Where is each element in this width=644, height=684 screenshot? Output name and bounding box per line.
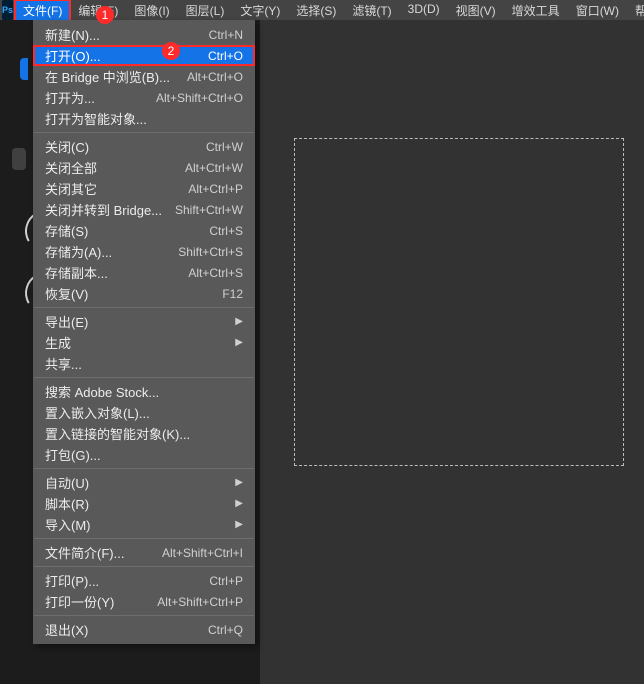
- menu-item[interactable]: 打开为智能对象...: [33, 108, 255, 129]
- chevron-right-icon: ▶: [235, 477, 243, 488]
- menu-item[interactable]: 打包(G)...: [33, 444, 255, 465]
- menu-item-label: 打开为...: [45, 88, 148, 107]
- file-menu-dropdown: 新建(N)... Ctrl+N 打开(O)...Ctrl+O在 Bridge 中浏览…: [33, 20, 255, 644]
- menu-separator: [34, 615, 254, 616]
- menubar-item[interactable]: 帮助(H): [627, 0, 644, 21]
- menu-item[interactable]: 生成 ▶: [33, 332, 255, 353]
- menu-item[interactable]: 共享...: [33, 353, 255, 374]
- menu-item-shortcut: Alt+Ctrl+W: [185, 161, 243, 175]
- menu-item[interactable]: 退出(X) Ctrl+Q: [33, 619, 255, 640]
- menu-item-label: 文件简介(F)...: [45, 543, 154, 562]
- menu-item-label: 导出(E): [45, 312, 229, 331]
- menubar-item[interactable]: 文件(F): [15, 0, 70, 21]
- menu-item[interactable]: 自动(U) ▶: [33, 472, 255, 493]
- menubar-item[interactable]: 图层(L): [178, 0, 233, 21]
- menu-item[interactable]: 文件简介(F)... Alt+Shift+Ctrl+I: [33, 542, 255, 563]
- menubar-item[interactable]: 图像(I): [126, 0, 177, 21]
- menubar-item[interactable]: 窗口(W): [568, 0, 627, 21]
- menu-item-label: 退出(X): [45, 620, 200, 639]
- chevron-right-icon: ▶: [235, 498, 243, 509]
- menu-item[interactable]: 打印一份(Y) Alt+Shift+Ctrl+P: [33, 591, 255, 612]
- menu-item-label: 打开为智能对象...: [45, 109, 243, 128]
- menu-item[interactable]: 关闭全部 Alt+Ctrl+W: [33, 157, 255, 178]
- menu-item-shortcut: Ctrl+Q: [208, 623, 243, 637]
- menu-separator: [34, 377, 254, 378]
- menu-item[interactable]: 置入链接的智能对象(K)...: [33, 423, 255, 444]
- menu-item-label: 共享...: [45, 354, 243, 373]
- menu-item[interactable]: 恢复(V) F12: [33, 283, 255, 304]
- menu-item-label: 打包(G)...: [45, 445, 243, 464]
- menu-item[interactable]: 导入(M) ▶: [33, 514, 255, 535]
- menu-item-shortcut: Alt+Shift+Ctrl+O: [156, 91, 243, 105]
- menu-item-label: 导入(M): [45, 515, 229, 534]
- menu-item[interactable]: 打印(P)... Ctrl+P: [33, 570, 255, 591]
- menu-item-label: 生成: [45, 333, 229, 352]
- menu-item-label: 关闭并转到 Bridge...: [45, 200, 167, 219]
- menubar-item[interactable]: 选择(S): [288, 0, 344, 21]
- chevron-right-icon: ▶: [235, 519, 243, 530]
- menu-item[interactable]: 关闭并转到 Bridge... Shift+Ctrl+W: [33, 199, 255, 220]
- menu-item-shortcut: Ctrl+W: [206, 140, 243, 154]
- menu-item-label: 新建(N)...: [45, 25, 201, 44]
- menubar-item[interactable]: 文字(Y): [232, 0, 288, 21]
- menu-item[interactable]: 存储为(A)... Shift+Ctrl+S: [33, 241, 255, 262]
- menu-item-label: 打印一份(Y): [45, 592, 149, 611]
- menu-item[interactable]: 打开(O)...Ctrl+O: [33, 45, 255, 66]
- menu-item[interactable]: 存储副本... Alt+Ctrl+S: [33, 262, 255, 283]
- callout-badge-2: 2: [162, 42, 180, 60]
- menu-item-label: 置入链接的智能对象(K)...: [45, 424, 243, 443]
- menu-item[interactable]: 置入嵌入对象(L)...: [33, 402, 255, 423]
- menu-item-shortcut: F12: [222, 287, 243, 301]
- app-logo: Ps: [2, 0, 13, 20]
- menu-separator: [34, 566, 254, 567]
- menu-item[interactable]: 打开为... Alt+Shift+Ctrl+O: [33, 87, 255, 108]
- panel-chip: [12, 148, 26, 170]
- menu-item[interactable]: 关闭其它 Alt+Ctrl+P: [33, 178, 255, 199]
- menu-item-label: 存储副本...: [45, 263, 180, 282]
- menu-separator: [34, 132, 254, 133]
- menu-item-label: 置入嵌入对象(L)...: [45, 403, 243, 422]
- menu-item-shortcut: Shift+Ctrl+W: [175, 203, 243, 217]
- menu-item-shortcut: Ctrl+P: [209, 574, 243, 588]
- menu-item-shortcut: Alt+Ctrl+P: [188, 182, 243, 196]
- menu-item-label: 脚本(R): [45, 494, 229, 513]
- menubar-item[interactable]: 滤镜(T): [344, 0, 399, 21]
- menu-item-label: 关闭其它: [45, 179, 180, 198]
- callout-badge-1: 1: [96, 6, 114, 24]
- menu-separator: [34, 468, 254, 469]
- menu-separator: [34, 538, 254, 539]
- menu-item-label: 恢复(V): [45, 284, 214, 303]
- menu-item-label: 在 Bridge 中浏览(B)...: [45, 67, 179, 86]
- menu-item-shortcut: Alt+Ctrl+S: [188, 266, 243, 280]
- menu-separator: [34, 307, 254, 308]
- menu-item[interactable]: 导出(E) ▶: [33, 311, 255, 332]
- menu-item-shortcut: Alt+Shift+Ctrl+I: [162, 546, 243, 560]
- menu-item[interactable]: 在 Bridge 中浏览(B)... Alt+Ctrl+O: [33, 66, 255, 87]
- menu-item-label: 关闭(C): [45, 137, 198, 156]
- selection-marquee: [294, 138, 624, 466]
- menu-item-label: 存储(S): [45, 221, 201, 240]
- panel-accent: [20, 58, 28, 80]
- menu-item-shortcut: Ctrl+N: [209, 28, 243, 42]
- menu-item-label: 搜索 Adobe Stock...: [45, 382, 243, 401]
- menu-item-shortcut: Alt+Ctrl+O: [187, 70, 243, 84]
- menu-item-label: 关闭全部: [45, 158, 177, 177]
- menubar-item[interactable]: 3D(D): [400, 0, 448, 21]
- menu-item-shortcut: Ctrl+O: [208, 49, 243, 63]
- chevron-right-icon: ▶: [235, 337, 243, 348]
- menu-item[interactable]: 存储(S) Ctrl+S: [33, 220, 255, 241]
- menubar-item[interactable]: 增效工具: [504, 0, 568, 21]
- menu-item[interactable]: 新建(N)... Ctrl+N: [33, 24, 255, 45]
- menu-item-label: 打印(P)...: [45, 571, 201, 590]
- menu-item-shortcut: Alt+Shift+Ctrl+P: [157, 595, 243, 609]
- menu-item-label: 自动(U): [45, 473, 229, 492]
- chevron-right-icon: ▶: [235, 316, 243, 327]
- menu-item[interactable]: 搜索 Adobe Stock...: [33, 381, 255, 402]
- menu-item[interactable]: 脚本(R) ▶: [33, 493, 255, 514]
- menu-item-shortcut: Shift+Ctrl+S: [178, 245, 243, 259]
- menubar-item[interactable]: 视图(V): [448, 0, 504, 21]
- menu-item[interactable]: 关闭(C) Ctrl+W: [33, 136, 255, 157]
- menu-item-label: 存储为(A)...: [45, 242, 170, 261]
- menu-item-shortcut: Ctrl+S: [209, 224, 243, 238]
